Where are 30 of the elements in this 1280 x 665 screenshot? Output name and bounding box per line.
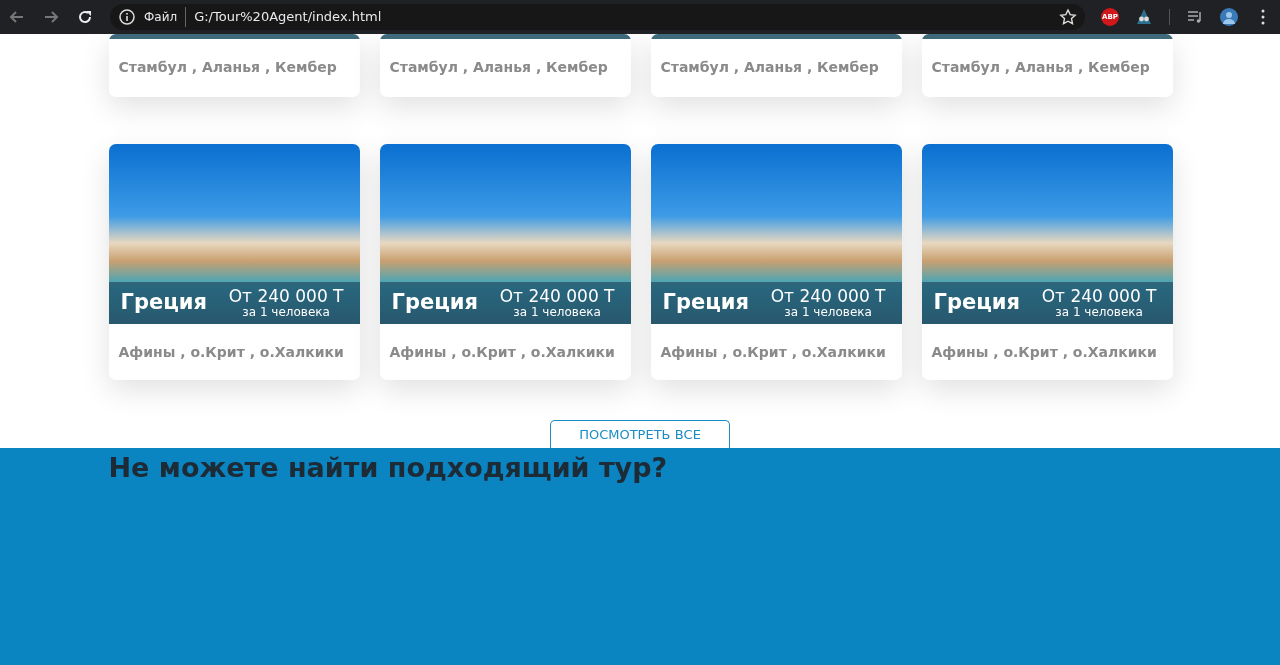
destination-list: Афины , о.Крит , о.Халкики	[108, 324, 360, 380]
destination-list: Афины , о.Крит , о.Халкики	[379, 324, 631, 380]
reload-icon[interactable]	[76, 8, 94, 26]
url-text[interactable]: G:/Tour%20Agent/index.html	[185, 7, 1051, 27]
destination-list: Афины , о.Крит , о.Халкики	[650, 324, 902, 380]
country-title: Греция	[390, 289, 478, 317]
country-title: Греция	[932, 289, 1020, 317]
tour-card[interactable]: Греция От 240 000 Т за 1 человека Афины , о.Крит , о.Халкики	[379, 144, 631, 380]
glasses-icon[interactable]	[1135, 8, 1153, 26]
price-note: за 1 человека	[1054, 305, 1144, 319]
avatar-icon[interactable]	[1220, 8, 1238, 26]
playlist-icon[interactable]	[1186, 8, 1204, 26]
tour-card[interactable]: Греция От 240 000 Т за 1 человека Афины , о.Крит , о.Халкики	[108, 144, 360, 380]
price-note: за 1 человека	[241, 305, 331, 319]
tour-card[interactable]: Греция От 240 000 Т за 1 человека Афины , о.Крит , о.Халкики	[650, 144, 902, 380]
price-note: за 1 человека	[512, 305, 602, 319]
destination-list: Афины , о.Крит , о.Халкики	[921, 324, 1173, 380]
country-title: Греция	[661, 289, 749, 317]
section-heading: Не можете найти подходящий тур?	[108, 452, 669, 485]
price-text: От 240 000 Т	[228, 287, 344, 306]
view-all-button[interactable]: ПОСМОТРЕТЬ ВСЕ	[550, 420, 730, 448]
price-note: за 1 человека	[783, 305, 873, 319]
price-text: От 240 000 Т	[499, 287, 615, 306]
info-icon[interactable]	[118, 8, 136, 26]
scheme-label: Файл	[144, 9, 178, 26]
country-title: Греция	[119, 289, 207, 317]
star-icon[interactable]	[1059, 8, 1077, 26]
tour-card[interactable]: Греция От 240 000 Т за 1 человека Афины , о.Крит , о.Халкики	[921, 144, 1173, 380]
price-text: От 240 000 Т	[1041, 287, 1157, 306]
price-text: От 240 000 Т	[770, 287, 886, 306]
